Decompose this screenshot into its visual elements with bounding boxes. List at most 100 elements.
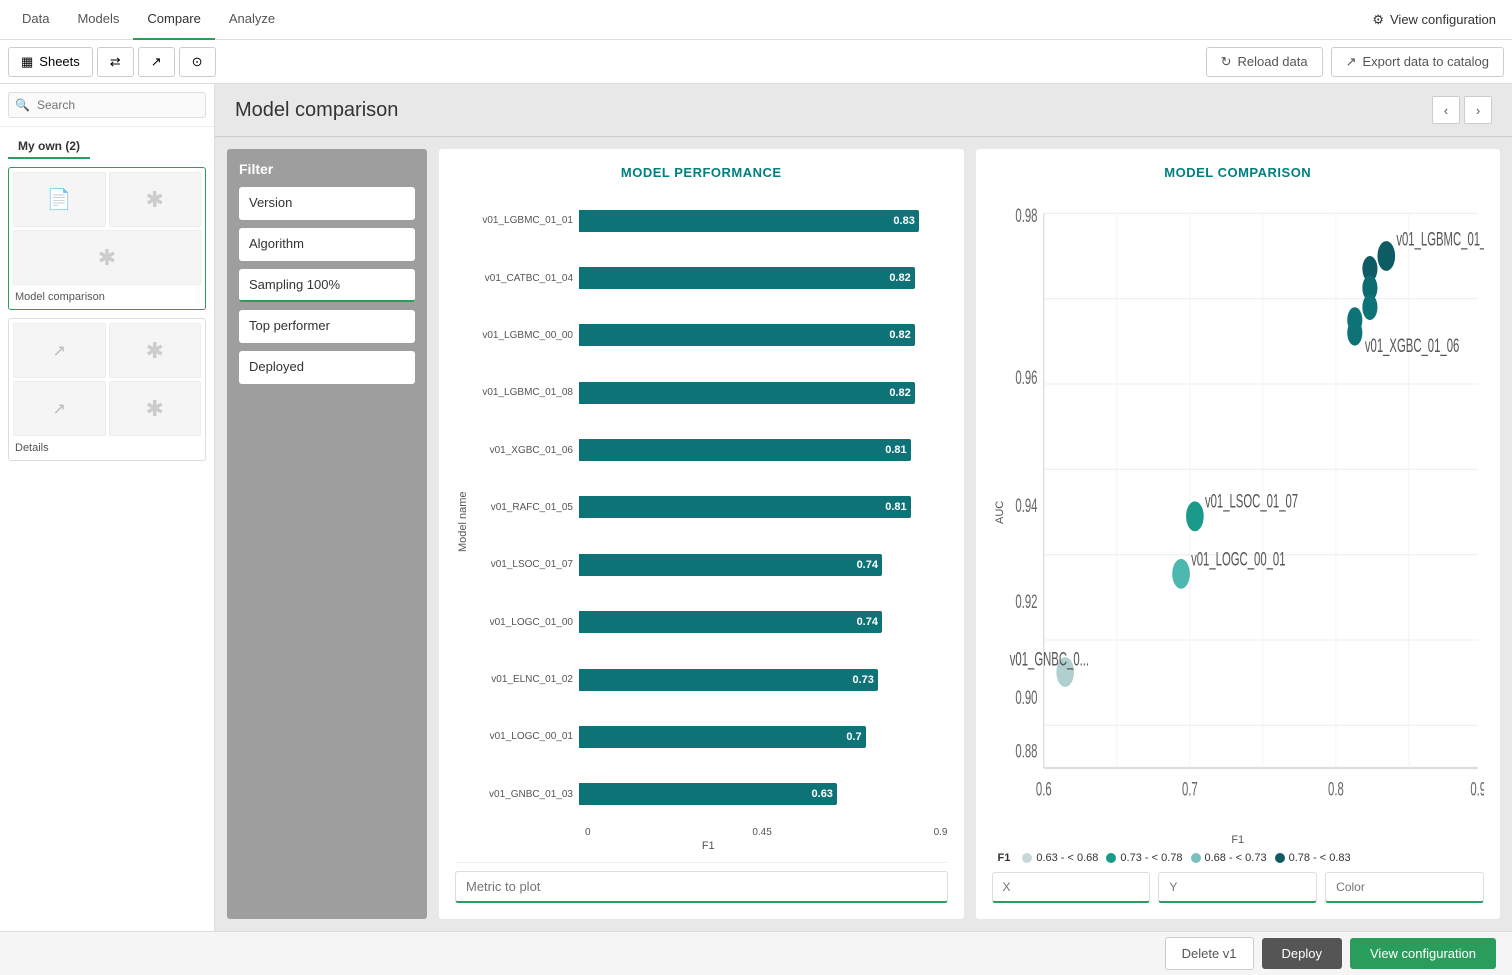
scatter-point-3 — [1362, 294, 1377, 320]
svg-text:0.90: 0.90 — [1015, 688, 1037, 709]
search-icon: 🔍 — [15, 98, 30, 112]
nav-tab-compare[interactable]: Compare — [133, 0, 214, 40]
legend-range-2: 0.73 - < 0.78 — [1120, 852, 1182, 864]
bar-chart-inner: 0.830.820.820.820.810.810.740.740.730.70… — [579, 192, 948, 823]
bar-value-5: 0.81 — [885, 501, 906, 513]
legend-range-1: 0.68 - < 0.73 — [1205, 852, 1267, 864]
sheets-button[interactable]: ▦ Sheets — [8, 47, 93, 77]
svg-text:0.98: 0.98 — [1015, 206, 1037, 227]
sheet-cell-d2: ✱ — [109, 323, 202, 378]
bar-label-5: v01_RAFC_01_05 — [469, 479, 573, 536]
page-title: Model comparison — [235, 99, 398, 122]
sheet-cell-1: 📄 — [13, 172, 106, 227]
view-config-button[interactable]: ⚙ View configuration — [1364, 12, 1504, 28]
svg-text:0.6: 0.6 — [1035, 780, 1051, 801]
bar-value-2: 0.82 — [889, 329, 910, 341]
bar-row-3: 0.82 — [579, 379, 948, 407]
x-tick-1: 0.45 — [752, 827, 771, 838]
svg-text:0.96: 0.96 — [1015, 368, 1037, 389]
settings-icon: ⚙ — [1372, 12, 1384, 28]
x-input-group — [992, 872, 1151, 903]
sheet-card-model-comparison[interactable]: 📄 ✱ ✱ Model comparison — [8, 167, 206, 310]
nav-tab-analyze[interactable]: Analyze — [215, 0, 289, 40]
comparison-chart-title: MODEL COMPARISON — [992, 165, 1485, 180]
delete-button[interactable]: Delete v1 — [1165, 937, 1254, 970]
filter-deployed[interactable]: Deployed — [239, 351, 415, 384]
export-sm-icon-2: ↗ — [53, 399, 66, 419]
bar-row-2: 0.82 — [579, 321, 948, 349]
filter-top-performer[interactable]: Top performer — [239, 310, 415, 343]
scatter-point-0 — [1377, 241, 1395, 271]
filter-sampling[interactable]: Sampling 100% — [239, 269, 415, 302]
scatter-point-5 — [1347, 320, 1362, 346]
bar-label-0: v01_LGBMC_01_01 — [469, 192, 573, 249]
sheet-cell-d3: ↗ — [13, 381, 106, 436]
svg-text:v01_XGBC_01_06: v01_XGBC_01_06 — [1364, 336, 1459, 357]
reload-icon: ↻ — [1221, 54, 1232, 70]
search-input[interactable] — [8, 92, 206, 118]
export-icon: ↗ — [151, 54, 162, 70]
export-catalog-button[interactable]: ↗ Export data to catalog — [1331, 47, 1504, 77]
legend-dot-0 — [1022, 853, 1032, 863]
sidebar-search-area: 🔍 — [0, 84, 214, 127]
content-header: Model comparison ‹ › — [215, 84, 1512, 137]
scatter-plot-area: 0.98 0.96 0.94 0.92 0.90 0.88 0.6 0.7 0.… — [1006, 192, 1485, 832]
nav-tab-data[interactable]: Data — [8, 0, 63, 40]
toolbar-btn-3[interactable]: ⊙ — [179, 47, 216, 77]
scatter-svg: 0.98 0.96 0.94 0.92 0.90 0.88 0.6 0.7 0.… — [1006, 192, 1485, 832]
view-configuration-button[interactable]: View configuration — [1350, 938, 1496, 969]
x-axis-label: F1 — [469, 840, 948, 852]
metric-to-plot-input[interactable] — [455, 871, 948, 903]
color-axis-input[interactable] — [1325, 872, 1484, 903]
grid-icon: ▦ — [21, 54, 33, 70]
sync-icon: ⇄ — [110, 54, 121, 70]
content-area: Model comparison ‹ › Filter Version Algo… — [215, 84, 1512, 931]
scatter-y-label: AUC — [992, 192, 1006, 832]
bar-row-0: 0.83 — [579, 207, 948, 235]
sheet-label-2: Details — [13, 440, 201, 456]
deploy-button[interactable]: Deploy — [1262, 938, 1342, 969]
filter-algorithm[interactable]: Algorithm — [239, 228, 415, 261]
bar-label-1: v01_CATBC_01_04 — [469, 249, 573, 306]
sheet-cell-2: ✱ — [109, 172, 202, 227]
performance-chart-title: MODEL PERFORMANCE — [455, 165, 948, 180]
reload-button[interactable]: ↻ Reload data — [1206, 47, 1323, 77]
my-own-section: My own (2) 📄 ✱ ✱ Model comparison — [0, 127, 214, 469]
toolbar-btn-1[interactable]: ⇄ — [97, 47, 134, 77]
page-icon: 📄 — [47, 187, 72, 212]
metric-footer — [455, 862, 948, 903]
color-input-group — [1325, 872, 1484, 903]
bar-y-labels: v01_LGBMC_01_01 v01_CATBC_01_04 v01_LGBM… — [469, 192, 579, 823]
x-tick-2: 0.9 — [934, 827, 948, 838]
bar-row-1: 0.82 — [579, 264, 948, 292]
toolbar-btn-2[interactable]: ↗ — [138, 47, 175, 77]
svg-text:v01_LOGC_00_01: v01_LOGC_00_01 — [1191, 550, 1285, 571]
y-axis-input[interactable] — [1158, 872, 1317, 903]
next-arrow[interactable]: › — [1464, 96, 1492, 124]
asterisk-icon-2: ✱ — [98, 245, 116, 271]
bar-row-7: 0.74 — [579, 608, 948, 636]
bar-value-7: 0.74 — [857, 616, 878, 628]
svg-text:v01_LSOC_01_07: v01_LSOC_01_07 — [1204, 492, 1297, 513]
bar-label-3: v01_LGBMC_01_08 — [469, 364, 573, 421]
prev-arrow[interactable]: ‹ — [1432, 96, 1460, 124]
sheet-card-details[interactable]: ↗ ✱ ↗ ✱ Details — [8, 318, 206, 461]
svg-text:0.88: 0.88 — [1015, 742, 1037, 763]
y-input-group — [1158, 872, 1317, 903]
x-axis-input[interactable] — [992, 872, 1151, 903]
export-sm-icon: ↗ — [53, 341, 66, 361]
bar-row-8: 0.73 — [579, 666, 948, 694]
bar-label-10: v01_GNBC_01_03 — [469, 766, 573, 823]
legend-range-0: 0.63 - < 0.68 — [1036, 852, 1098, 864]
bar-value-3: 0.82 — [889, 387, 910, 399]
bar-value-8: 0.73 — [852, 674, 873, 686]
asterisk-icon-3: ✱ — [146, 338, 164, 364]
svg-text:v01_GNBC_0...: v01_GNBC_0... — [1009, 650, 1088, 671]
bar-row-6: 0.74 — [579, 551, 948, 579]
legend-item-1: 0.68 - < 0.73 — [1191, 852, 1267, 864]
svg-text:0.8: 0.8 — [1328, 780, 1344, 801]
bar-label-2: v01_LGBMC_00_00 — [469, 307, 573, 364]
nav-tab-models[interactable]: Models — [63, 0, 133, 40]
main-layout: 🔍 My own (2) 📄 ✱ ✱ Mode — [0, 84, 1512, 931]
filter-version[interactable]: Version — [239, 187, 415, 220]
